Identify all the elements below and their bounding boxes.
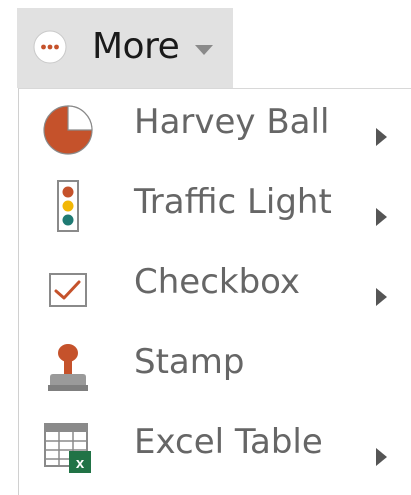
svg-text:x: x: [76, 455, 85, 472]
submenu-arrow-icon: [376, 448, 387, 466]
menu-item-checkbox[interactable]: Checkbox: [19, 249, 411, 329]
menu-item-stamp[interactable]: Stamp: [19, 329, 411, 409]
harvey-ball-icon: [43, 105, 93, 155]
checkbox-icon: [49, 273, 87, 307]
menu-item-excel-table[interactable]: x Excel Table: [19, 409, 411, 489]
more-dropdown-menu: Harvey Ball Traffic Light Checkbox Stamp…: [18, 88, 411, 495]
menu-item-label: Harvey Ball: [134, 102, 330, 142]
menu-item-label: Excel Table: [134, 422, 323, 462]
submenu-arrow-icon: [376, 128, 387, 146]
submenu-arrow-icon: [376, 208, 387, 226]
excel-table-icon: x: [44, 423, 91, 473]
traffic-light-icon: [57, 180, 79, 232]
submenu-arrow-icon: [376, 288, 387, 306]
more-button-label: More: [92, 26, 180, 67]
menu-item-label: Checkbox: [134, 262, 301, 302]
stamp-icon: [48, 344, 88, 391]
more-dots-icon: [33, 30, 67, 64]
more-button[interactable]: More: [17, 8, 233, 88]
menu-item-traffic-light[interactable]: Traffic Light: [19, 169, 411, 249]
menu-item-harvey-ball[interactable]: Harvey Ball: [19, 89, 411, 169]
menu-item-label: Stamp: [134, 342, 245, 382]
menu-item-label: Traffic Light: [134, 182, 332, 222]
caret-down-icon: [195, 45, 213, 55]
